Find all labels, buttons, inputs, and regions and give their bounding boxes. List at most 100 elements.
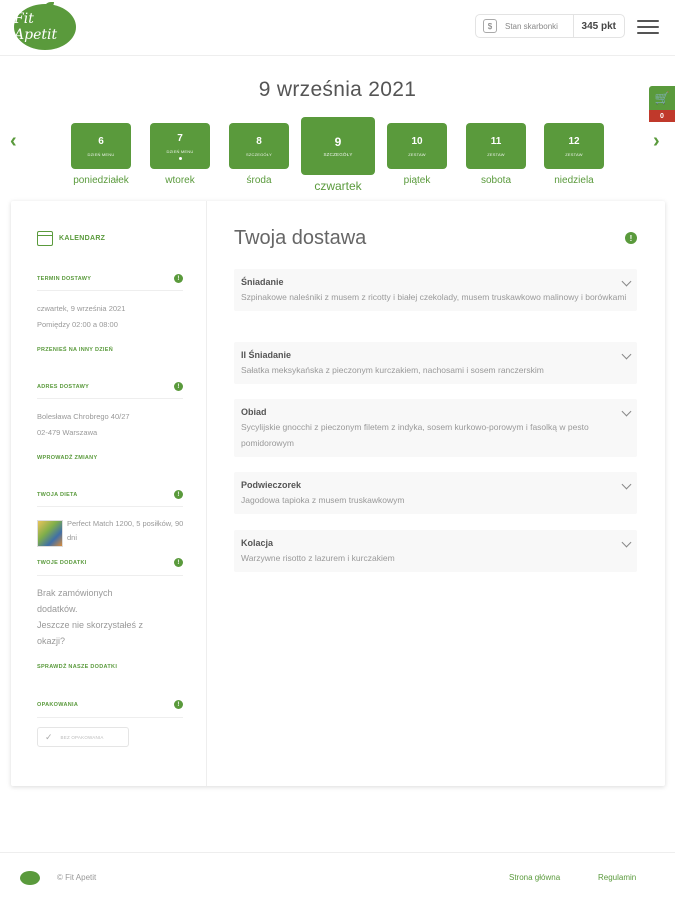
edit-address-link[interactable]: WPROWADŹ ZMIANY <box>37 455 97 461</box>
meal-description: Jagodowa tapioka z musem truskawkowym <box>241 495 405 505</box>
move-delivery-link[interactable]: PRZENIEŚ NA INNY DZIEŃ <box>37 347 113 353</box>
day-tag: DZIEŃ MENU <box>166 148 194 154</box>
meal-name: Śniadanie <box>241 277 284 287</box>
day-name: czwartek <box>314 179 362 193</box>
prev-arrow-icon[interactable]: ‹ <box>10 131 17 151</box>
day-tag: SZCZEGÓŁY <box>323 151 353 157</box>
meal-name: Podwieczorek <box>241 480 302 490</box>
meal-name: II Śniadanie <box>241 350 292 360</box>
delivery-term-title: TERMIN DOSTAWY <box>37 275 92 282</box>
day-10[interactable]: 10 ZESTAW piątek <box>387 123 447 186</box>
day-number: 6 <box>98 135 104 147</box>
piggy-label: Stan skarbonki <box>505 21 558 31</box>
info-icon[interactable]: ! <box>174 700 183 709</box>
day-number: 8 <box>256 135 262 147</box>
day-tag: ZESTAW <box>408 151 426 157</box>
main-card: KALENDARZ TERMIN DOSTAWY ! czwartek, 9 w… <box>11 201 665 786</box>
info-icon[interactable]: ! <box>174 490 183 499</box>
day-name: wtorek <box>165 175 195 186</box>
day-tag: ZESTAW <box>487 151 505 157</box>
logo-text: Fit Apetit <box>14 11 58 43</box>
day-number: 10 <box>411 135 423 147</box>
divider <box>37 575 183 576</box>
address-street: Bolesława Chrobrego 40/27 <box>37 412 130 421</box>
day-6[interactable]: 6 DZIEŃ MENU poniedziałek <box>71 123 131 186</box>
day-name: piątek <box>403 175 431 186</box>
calendar-label: KALENDARZ <box>59 235 106 242</box>
day-name: poniedziałek <box>73 175 129 186</box>
day-number: 9 <box>334 134 342 149</box>
day-tag: SZCZEGÓŁY <box>245 151 273 157</box>
meal-item[interactable]: Kolacja Warzywne risotto z lazurem i kur… <box>234 530 637 572</box>
check-addons-link[interactable]: SPRAWDŹ NASZE DODATKI <box>37 664 117 670</box>
diet-thumbnail <box>37 520 63 547</box>
meal-description: Sycylijskie gnocchi z pieczonym filetem … <box>241 422 589 448</box>
packaging-heading: OPAKOWANIA ! <box>37 700 183 709</box>
delivery-date: czwartek, 9 września 2021 <box>37 304 126 313</box>
addons-heading: TWOJE DODATKI ! <box>37 558 183 567</box>
menu-icon[interactable] <box>637 20 659 34</box>
divider <box>37 290 183 291</box>
day-7[interactable]: 7 DZIEŃ MENU wtorek <box>150 123 210 186</box>
address-title: ADRES DOSTAWY <box>37 383 90 390</box>
day-box: 10 ZESTAW <box>387 123 447 169</box>
cart-count-badge: 0 <box>649 110 675 122</box>
divider <box>37 398 183 399</box>
info-icon[interactable]: ! <box>174 274 183 283</box>
packaging-option-label: BEZ OPAKOWANIA <box>60 734 104 740</box>
footer-logo <box>20 871 40 885</box>
next-arrow-icon[interactable]: › <box>653 131 660 151</box>
day-number: 7 <box>177 132 183 144</box>
addons-text-3: Jeszcze nie skorzystałeś z <box>37 620 144 630</box>
leaf-icon <box>44 2 54 9</box>
day-name: niedziela <box>554 175 594 186</box>
day-box: 6 DZIEŃ MENU <box>71 123 131 169</box>
piggy-bank-balance[interactable]: $ Stan skarbonki 345 pkt <box>475 14 625 38</box>
info-icon[interactable]: ! <box>174 382 183 391</box>
day-tag: DZIEŃ MENU <box>87 151 115 157</box>
day-12[interactable]: 12 ZESTAW niedziela <box>544 123 604 186</box>
day-box: 9 SZCZEGÓŁY <box>301 117 375 175</box>
calendar-link[interactable]: KALENDARZ <box>37 231 105 246</box>
address-city: 02-479 Warszawa <box>37 428 98 437</box>
footer: © Fit Apetit Strona główna Regulamin <box>0 852 675 900</box>
day-number: 11 <box>490 135 502 147</box>
day-11[interactable]: 11 ZESTAW sobota <box>466 123 526 186</box>
meal-item[interactable]: Podwieczorek Jagodowa tapioka z musem tr… <box>234 472 637 514</box>
day-9[interactable]: 9 SZCZEGÓŁY czwartek <box>301 117 375 193</box>
check-icon: ✓ <box>45 731 53 742</box>
meal-description: Szpinakowe naleśniki z musem z ricotty i… <box>241 292 627 302</box>
meal-name: Kolacja <box>241 538 274 548</box>
day-8[interactable]: 8 SZCZEGÓŁY środa <box>229 123 289 186</box>
calendar-icon <box>37 231 53 246</box>
day-box: 11 ZESTAW <box>466 123 526 169</box>
day-box: 8 SZCZEGÓŁY <box>229 123 289 169</box>
meal-item[interactable]: II Śniadanie Sałatka meksykańska z piecz… <box>234 342 637 384</box>
home-link[interactable]: Strona główna <box>509 873 560 882</box>
divider <box>37 506 183 507</box>
day-name: sobota <box>480 175 512 186</box>
delivery-title: Twoja dostawa <box>234 227 367 249</box>
day-name: środa <box>246 175 272 186</box>
meal-description: Warzywne risotto z lazurem i kurczakiem <box>241 553 395 563</box>
logo[interactable]: Fit Apetit <box>14 2 76 50</box>
copyright: © Fit Apetit <box>57 873 97 882</box>
packaging-option-button[interactable]: ✓ BEZ OPAKOWANIA <box>37 727 129 747</box>
header: Fit Apetit $ Stan skarbonki 345 pkt <box>0 0 675 56</box>
meal-name: Obiad <box>241 407 267 417</box>
info-icon[interactable]: ! <box>625 232 637 244</box>
sidebar: KALENDARZ TERMIN DOSTAWY ! czwartek, 9 w… <box>11 201 207 786</box>
info-icon[interactable]: ! <box>174 558 183 567</box>
day-number: 12 <box>568 135 580 147</box>
packaging-title: OPAKOWANIA <box>37 701 79 708</box>
addons-text-2: dodatków. <box>37 604 78 614</box>
meal-item[interactable]: Śniadanie Szpinakowe naleśniki z musem z… <box>234 269 637 311</box>
divider <box>37 717 183 718</box>
date-title: 9 września 2021 <box>258 78 417 101</box>
dollar-icon: $ <box>483 19 497 33</box>
diet-description: Perfect Match 1200, 5 posiłków, 90 dni <box>67 519 184 542</box>
day-box: 12 ZESTAW <box>544 123 604 169</box>
addons-title: TWOJE DODATKI <box>37 559 87 566</box>
terms-link[interactable]: Regulamin <box>598 873 636 882</box>
meal-item[interactable]: Obiad Sycylijskie gnocchi z pieczonym fi… <box>234 399 637 457</box>
